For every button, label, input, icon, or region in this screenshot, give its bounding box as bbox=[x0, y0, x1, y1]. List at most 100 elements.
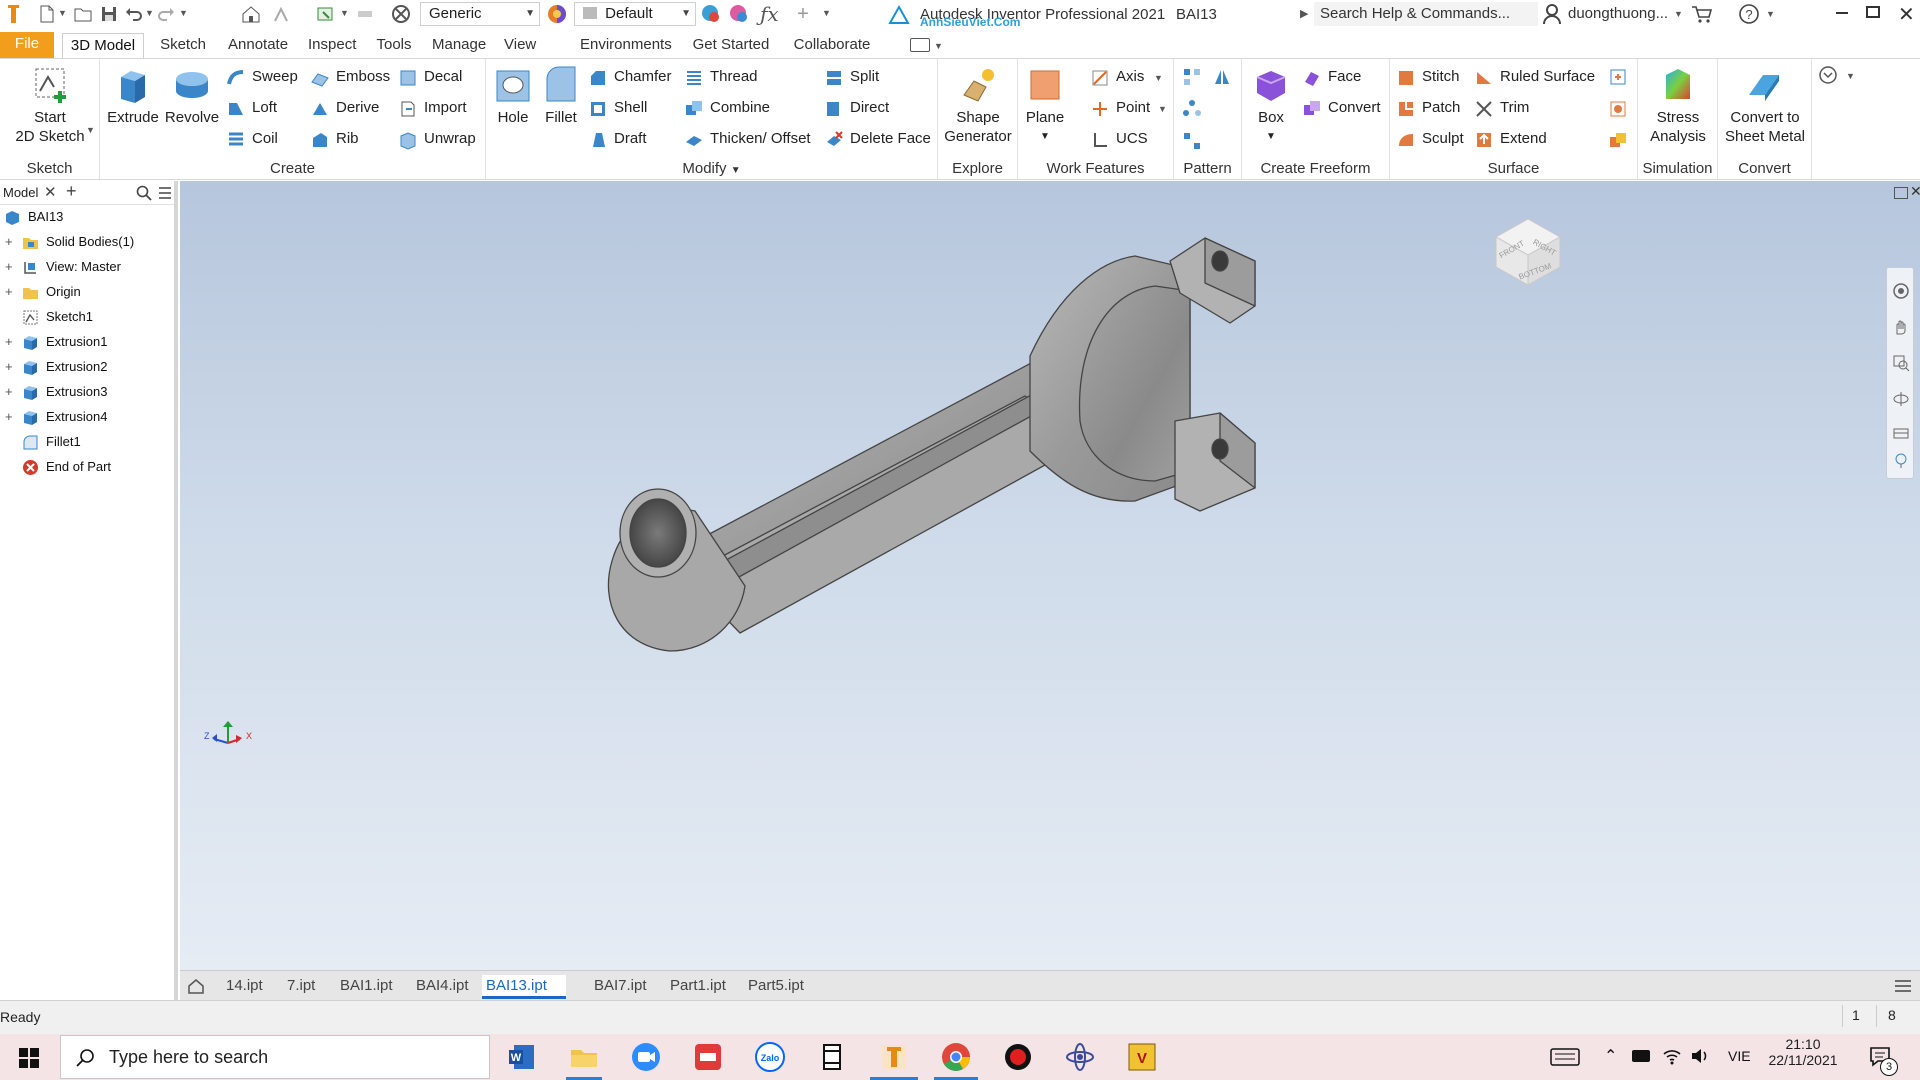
search-commands-input[interactable]: Search Help & Commands... bbox=[1314, 2, 1538, 26]
battery-icon[interactable] bbox=[1632, 1050, 1650, 1062]
delete-face-button[interactable]: Delete Face bbox=[824, 127, 931, 151]
tab-environments[interactable]: Environments bbox=[574, 33, 676, 59]
sketch-driven-pattern-icon[interactable] bbox=[1182, 131, 1202, 151]
doc-tab-bai1[interactable]: BAI1.ipt bbox=[336, 975, 397, 999]
garena-app-icon[interactable] bbox=[692, 1041, 724, 1073]
select-icon[interactable] bbox=[314, 3, 336, 25]
sweep-button[interactable]: Sweep bbox=[226, 65, 298, 89]
tab-annotate[interactable]: Annotate bbox=[222, 33, 294, 59]
keyboard-layout-icon[interactable] bbox=[1550, 1047, 1580, 1067]
screen-recorder-icon[interactable] bbox=[1002, 1041, 1034, 1073]
tab-collaborate[interactable]: Collaborate bbox=[786, 33, 878, 59]
direct-button[interactable]: Direct bbox=[824, 96, 889, 120]
save-icon[interactable] bbox=[98, 3, 120, 25]
tab-inspect[interactable]: Inspect bbox=[302, 33, 362, 59]
zoom-app-icon[interactable] bbox=[630, 1041, 662, 1073]
undo-icon[interactable] bbox=[122, 3, 144, 25]
orbit-icon[interactable] bbox=[1892, 390, 1910, 408]
cart-icon[interactable] bbox=[1690, 3, 1714, 25]
steering-wheel-icon[interactable] bbox=[1892, 282, 1910, 300]
windows-start-icon[interactable] bbox=[18, 1047, 40, 1069]
unwrap-button[interactable]: Unwrap bbox=[398, 127, 476, 151]
tab-view[interactable]: View bbox=[498, 33, 540, 59]
zoom-icon[interactable] bbox=[1892, 354, 1910, 372]
measure-icon[interactable] bbox=[354, 3, 376, 25]
chevron-down-icon[interactable]: ▼ bbox=[86, 125, 95, 135]
tab-3d-model[interactable]: 3D Model bbox=[62, 33, 144, 59]
doc-tab-part1[interactable]: Part1.ipt bbox=[666, 975, 730, 999]
doc-tab-bai7[interactable]: BAI7.ipt bbox=[590, 975, 651, 999]
tab-manage[interactable]: Manage bbox=[426, 33, 490, 59]
rectangular-pattern-icon[interactable] bbox=[1182, 67, 1202, 87]
box-button[interactable]: Box ▼ bbox=[1246, 65, 1296, 146]
shape-generator-button[interactable]: Shape Generator bbox=[940, 65, 1016, 146]
ruled-surface-button[interactable]: Ruled Surface bbox=[1474, 65, 1595, 89]
start-2d-sketch-button[interactable]: Start 2D Sketch bbox=[10, 65, 90, 146]
close-viewport-icon[interactable]: ✕ bbox=[1910, 183, 1920, 200]
add-browser-icon[interactable]: + bbox=[66, 181, 77, 202]
user-icon[interactable] bbox=[1542, 3, 1562, 25]
hamburger-menu-icon[interactable] bbox=[158, 186, 172, 200]
derive-button[interactable]: Derive bbox=[310, 96, 379, 120]
chamfer-button[interactable]: Chamfer bbox=[588, 65, 672, 89]
ucs-button[interactable]: UCS bbox=[1090, 127, 1148, 151]
customize-chevron-icon[interactable]: ▼ bbox=[822, 8, 831, 18]
chevron-down-icon[interactable]: ▼ bbox=[145, 8, 154, 18]
inventor-logo-icon[interactable] bbox=[4, 3, 24, 25]
doc-tab-part5[interactable]: Part5.ipt bbox=[744, 975, 808, 999]
plane-button[interactable]: Plane ▼ bbox=[1022, 65, 1068, 146]
redo-icon[interactable] bbox=[156, 3, 178, 25]
adjust-appearance-icon[interactable] bbox=[700, 3, 722, 25]
home-tab-icon[interactable] bbox=[186, 976, 206, 996]
convert-to-sheet-metal-button[interactable]: Convert to Sheet Metal bbox=[1720, 65, 1810, 146]
appearance-ball-icon[interactable] bbox=[546, 3, 568, 25]
search-icon[interactable] bbox=[136, 185, 152, 201]
expand-toggle[interactable]: + bbox=[5, 380, 17, 404]
combine-button[interactable]: Combine bbox=[684, 96, 770, 120]
help-icon[interactable]: ? bbox=[1738, 3, 1760, 25]
doc-tab-bai4[interactable]: BAI4.ipt bbox=[412, 975, 473, 999]
input-language[interactable]: VIE bbox=[1728, 1048, 1751, 1064]
maximize-viewport-icon[interactable] bbox=[1894, 187, 1908, 199]
chevron-down-icon[interactable]: ▼ bbox=[1158, 104, 1167, 114]
connecting-rod-model[interactable] bbox=[180, 181, 1920, 970]
shell-button[interactable]: Shell bbox=[588, 96, 647, 120]
face-button[interactable]: Face bbox=[1302, 65, 1361, 89]
tab-get-started[interactable]: Get Started bbox=[686, 33, 776, 59]
view-cube[interactable]: FRONT RIGHT BOTTOM bbox=[1488, 219, 1568, 289]
user-name[interactable]: duongthuong... bbox=[1568, 5, 1668, 22]
chevron-down-icon[interactable]: ▼ bbox=[934, 41, 943, 51]
loft-button[interactable]: Loft bbox=[226, 96, 277, 120]
expand-toggle[interactable]: + bbox=[5, 230, 17, 254]
plus-icon[interactable]: + bbox=[792, 3, 814, 25]
circular-pattern-icon[interactable] bbox=[1182, 99, 1202, 119]
home-icon[interactable] bbox=[240, 3, 262, 25]
clear-appearance-icon[interactable] bbox=[390, 3, 412, 25]
new-file-icon[interactable] bbox=[36, 3, 58, 25]
expand-toggle[interactable]: + bbox=[5, 330, 17, 354]
chevron-down-icon[interactable]: ▼ bbox=[1846, 71, 1855, 81]
zalo-app-icon[interactable]: Zalo bbox=[754, 1041, 786, 1073]
stress-analysis-button[interactable]: Stress Analysis bbox=[1640, 65, 1716, 146]
doc-tab-14[interactable]: 14.ipt bbox=[222, 975, 267, 999]
wifi-icon[interactable] bbox=[1662, 1046, 1682, 1066]
chevron-down-icon[interactable]: ▼ bbox=[1766, 9, 1775, 19]
expand-toggle[interactable]: + bbox=[5, 280, 17, 304]
close-icon[interactable]: ✕ bbox=[1898, 2, 1915, 27]
file-explorer-icon[interactable] bbox=[568, 1041, 600, 1073]
split-button[interactable]: Split bbox=[824, 65, 879, 89]
open-folder-icon[interactable] bbox=[72, 3, 94, 25]
ribbon-display-icon[interactable] bbox=[910, 38, 930, 52]
mirror-icon[interactable] bbox=[1212, 67, 1232, 87]
emboss-button[interactable]: Emboss bbox=[310, 65, 390, 89]
tab-tools[interactable]: Tools bbox=[370, 33, 418, 59]
inventor-app-icon[interactable] bbox=[878, 1041, 910, 1073]
close-browser-icon[interactable]: ✕ bbox=[44, 183, 57, 201]
chevron-down-icon[interactable]: ▼ bbox=[1154, 73, 1163, 83]
patch-button[interactable]: Patch bbox=[1396, 96, 1460, 120]
browser-tab-model[interactable]: Model bbox=[3, 185, 38, 200]
thread-button[interactable]: Thread bbox=[684, 65, 758, 89]
clock[interactable]: 21:10 22/11/2021 bbox=[1768, 1036, 1838, 1068]
axis-button[interactable]: Axis bbox=[1090, 65, 1144, 89]
volume-icon[interactable] bbox=[1690, 1046, 1710, 1066]
